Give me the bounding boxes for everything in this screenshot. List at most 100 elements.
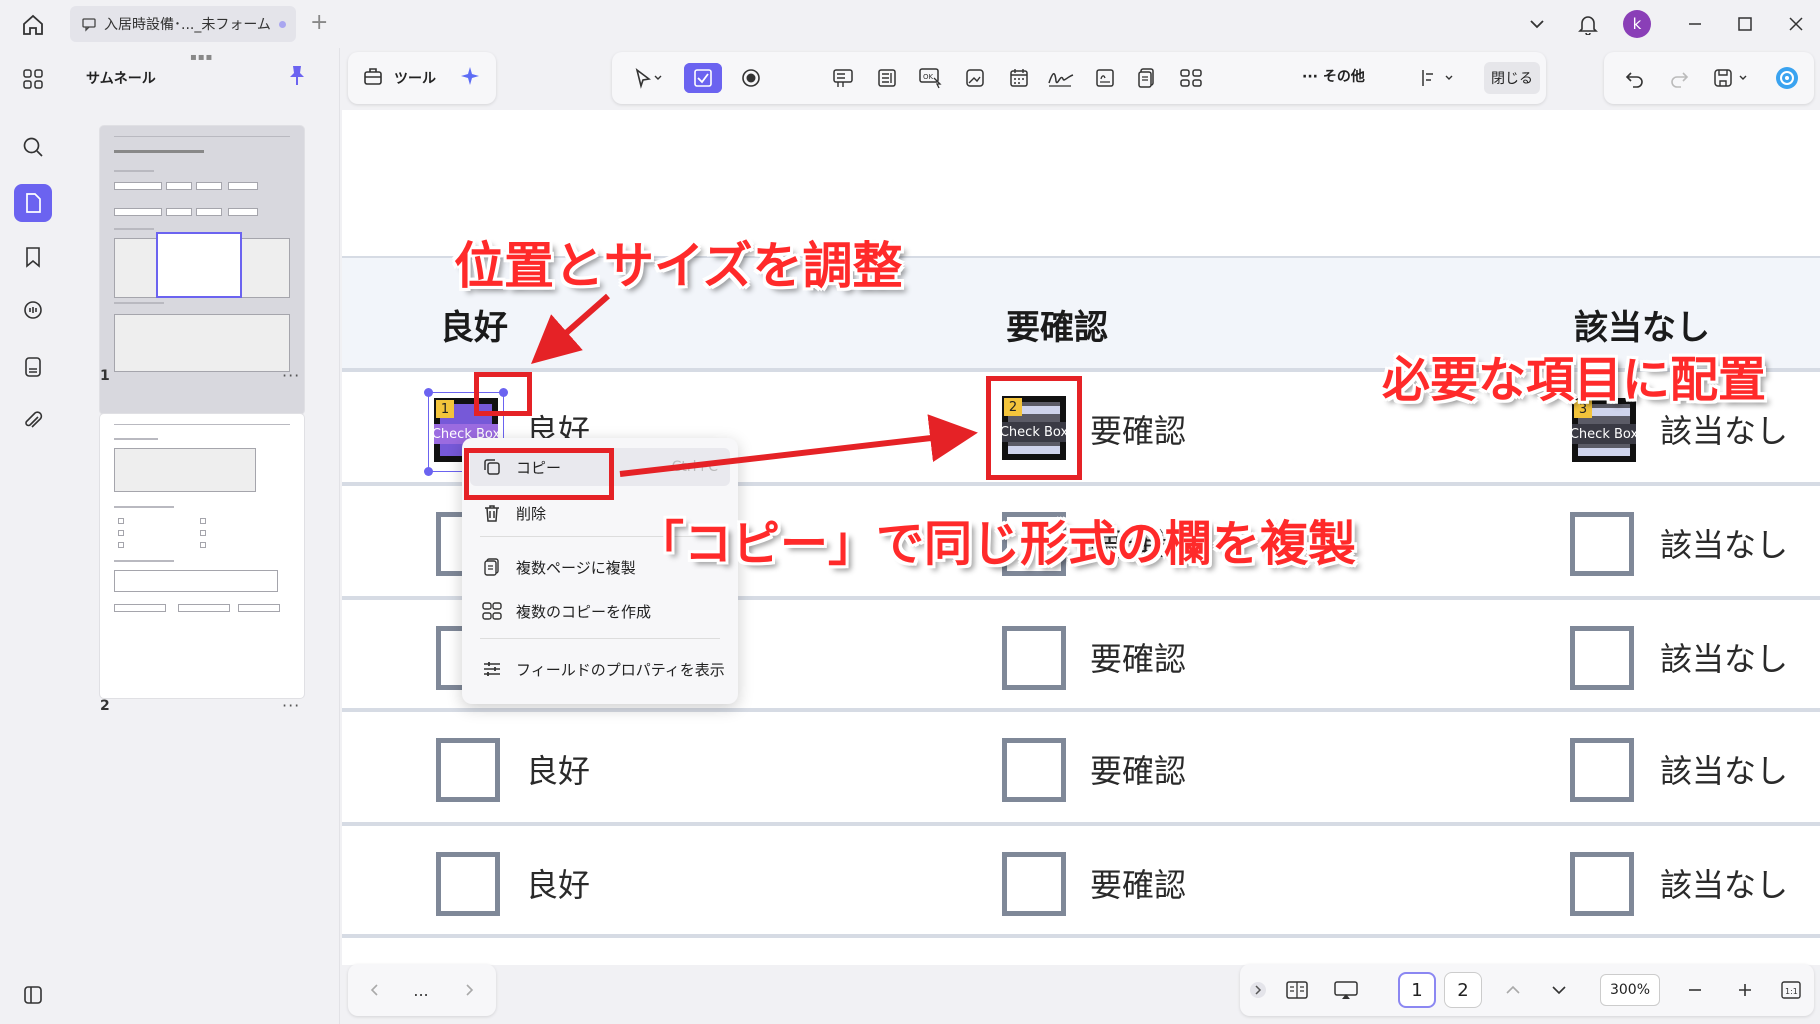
collapse-button[interactable] — [1246, 974, 1270, 1006]
checkbox[interactable] — [1570, 738, 1634, 802]
grid-icon — [23, 69, 43, 89]
checkbox[interactable] — [1570, 626, 1634, 690]
page-up-button[interactable] — [1498, 974, 1528, 1006]
page-view-button[interactable] — [1280, 974, 1314, 1006]
plus-icon — [1739, 984, 1751, 996]
id-card-icon — [1096, 69, 1114, 87]
presentation-button[interactable] — [1328, 974, 1364, 1006]
tabs-dropdown-button[interactable] — [1522, 9, 1552, 39]
checkbox[interactable] — [1002, 626, 1066, 690]
chevron-down-icon — [1530, 20, 1544, 29]
tools-button[interactable]: ツール — [394, 68, 436, 88]
home-button[interactable] — [18, 10, 48, 40]
list-box-tool-button[interactable] — [824, 63, 862, 93]
arrange-tool-button[interactable] — [1172, 63, 1210, 93]
apps-button[interactable] — [14, 60, 52, 98]
resize-handle[interactable] — [424, 388, 433, 397]
new-tab-button[interactable]: + — [310, 10, 328, 35]
ai-assistant-button[interactable] — [1770, 62, 1804, 94]
form-toolbar: OK ··· その他 閉じる — [612, 52, 1546, 104]
maximize-button[interactable] — [1730, 9, 1760, 39]
comment-icon — [24, 301, 42, 319]
checkbox-tool-active[interactable] — [780, 63, 818, 93]
option-label-na: 該当なし — [1660, 526, 1789, 564]
comments-button[interactable] — [14, 292, 52, 330]
checkbox[interactable] — [436, 738, 500, 802]
pin-button[interactable] — [286, 64, 308, 90]
checkbox[interactable] — [1570, 512, 1634, 576]
page-number-2: 2 — [100, 698, 110, 714]
undo-button[interactable] — [1618, 62, 1652, 94]
document-tab[interactable]: 入居時設備･..._未フォーム — [70, 6, 296, 42]
list-tool-button[interactable] — [868, 63, 906, 93]
bookmark-icon — [26, 247, 40, 268]
page-1-more-button[interactable]: ··· — [282, 366, 300, 385]
radio-tool-button[interactable] — [732, 63, 770, 93]
avatar[interactable]: k — [1623, 10, 1651, 38]
more-dots-icon: ··· — [1302, 69, 1323, 85]
checkbox[interactable] — [1002, 738, 1066, 802]
annotation-box-resize — [474, 372, 532, 416]
ai-sparkle-button[interactable] — [458, 64, 482, 92]
zoom-level[interactable]: 300% — [1600, 974, 1660, 1006]
bookmarks-button[interactable] — [14, 238, 52, 276]
zoom-out-button[interactable] — [1680, 974, 1710, 1006]
stamps-button[interactable] — [14, 348, 52, 386]
page-icon — [26, 193, 41, 213]
option-label-check: 要確認 — [1090, 640, 1187, 678]
menu-item-label: 複数ページに複製 — [516, 558, 636, 577]
checkbox-tool-selected[interactable] — [684, 63, 722, 93]
duplicate-tool-button[interactable] — [1128, 63, 1166, 93]
trash-icon — [480, 501, 504, 525]
menu-item-field-properties[interactable]: フィールドのプロパティを表示 — [470, 650, 730, 688]
attachments-button[interactable] — [14, 402, 52, 440]
combo-box-icon — [833, 69, 853, 87]
close-window-button[interactable] — [1781, 9, 1811, 39]
close-icon — [1789, 17, 1803, 31]
chevron-right-circle-icon — [1250, 982, 1266, 998]
signature-tool-button[interactable] — [1042, 63, 1080, 93]
next-button[interactable] — [454, 974, 484, 1006]
tools-toolbar: ツール — [348, 52, 496, 104]
maximize-icon — [1738, 17, 1752, 31]
prev-button[interactable] — [360, 974, 390, 1006]
zoom-in-button[interactable] — [1730, 974, 1760, 1006]
checkbox[interactable] — [1570, 852, 1634, 916]
checkbox-icon — [694, 69, 712, 87]
align-tool-button[interactable] — [1412, 63, 1464, 93]
close-form-button[interactable]: 閉じる — [1484, 62, 1540, 94]
page-thumbnail-1[interactable] — [100, 126, 304, 414]
save-button[interactable] — [1706, 62, 1758, 94]
checkbox[interactable] — [1002, 852, 1066, 916]
page-down-button[interactable] — [1544, 974, 1574, 1006]
two-page-icon — [1286, 981, 1308, 999]
resize-handle[interactable] — [424, 467, 433, 476]
page-thumbnail-2[interactable] — [100, 414, 304, 698]
menu-item-shortcut: Ctrl+C — [671, 459, 718, 475]
menu-item-multiple-copies[interactable]: 複数のコピーを作成 — [470, 592, 730, 630]
select-tool-button[interactable] — [622, 63, 674, 93]
minimize-button[interactable] — [1680, 9, 1710, 39]
digital-id-tool-button[interactable] — [1086, 63, 1124, 93]
page-2-more-button[interactable]: ··· — [282, 696, 300, 715]
image-tool-button[interactable] — [956, 63, 994, 93]
page-button-2[interactable]: 2 — [1444, 972, 1482, 1008]
more-tools-button[interactable]: ··· その他 — [1302, 66, 1365, 86]
search-button[interactable] — [14, 128, 52, 166]
button-tool-button[interactable]: OK — [912, 63, 950, 93]
date-tool-button[interactable] — [1000, 63, 1038, 93]
annotation-resize-text: 位置とサイズを調整 — [454, 237, 903, 295]
thumbnails-button[interactable] — [14, 184, 52, 222]
more-nav-button[interactable]: ... — [406, 974, 436, 1006]
pin-icon — [290, 66, 304, 85]
sidebar-toggle-icon — [24, 986, 42, 1004]
redo-button[interactable] — [1662, 62, 1696, 94]
panel-grip[interactable]: ▪▪▪ — [190, 52, 213, 63]
actual-size-button[interactable]: 1:1 — [1776, 974, 1806, 1006]
checkbox[interactable] — [436, 852, 500, 916]
menu-separator — [480, 638, 720, 639]
bottom-nav-left: ... — [348, 964, 496, 1016]
page-button-1[interactable]: 1 — [1398, 972, 1436, 1008]
panel-toggle-button[interactable] — [14, 976, 52, 1014]
notifications-button[interactable] — [1573, 9, 1603, 39]
